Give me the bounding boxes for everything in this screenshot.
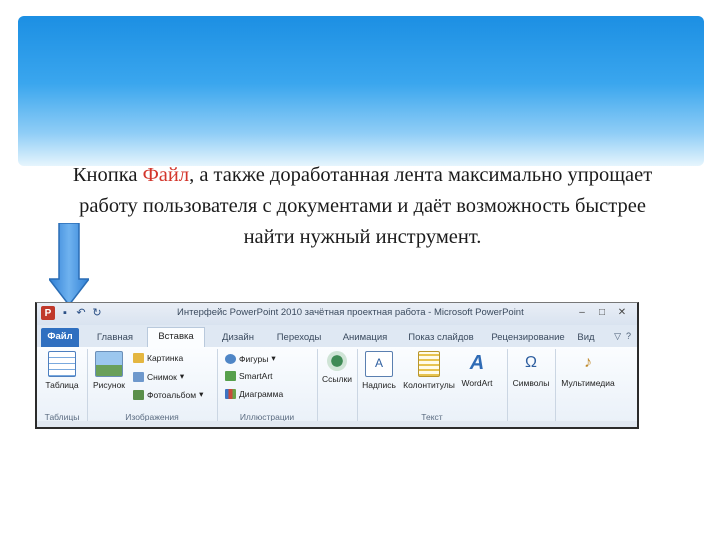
- tab-insert[interactable]: Вставка: [147, 327, 205, 348]
- table-icon: [48, 351, 76, 377]
- tab-animation[interactable]: Анимация: [335, 329, 395, 347]
- redo-icon[interactable]: ↻: [91, 307, 103, 319]
- ribbon-insert: Таблица Таблицы Рисунок Картинка Снимок …: [37, 347, 637, 427]
- shapes-button[interactable]: Фигуры ▾: [225, 353, 276, 364]
- textbox-label: Надпись: [362, 380, 396, 390]
- smartart-icon: [225, 371, 236, 381]
- links-button[interactable]: Ссылки: [319, 351, 355, 384]
- shapes-label: Фигуры: [239, 353, 269, 364]
- tab-home[interactable]: Главная: [89, 329, 141, 347]
- group-illustrations: Фигуры ▾ SmartArt Диаграмма Иллюстрации: [217, 349, 318, 422]
- links-icon: [327, 351, 347, 371]
- group-links: Ссылки: [317, 349, 358, 421]
- quick-access-toolbar: P ▪ ↶ ↻: [41, 306, 103, 320]
- symbols-label: Символы: [512, 378, 550, 388]
- group-tables: Таблица Таблицы: [37, 349, 88, 422]
- screenshot-button[interactable]: Снимок ▾: [133, 371, 184, 382]
- tab-slideshow[interactable]: Показ слайдов: [399, 329, 483, 347]
- wordart-button[interactable]: A WordArt: [459, 351, 495, 388]
- screenshot-icon: [133, 371, 144, 382]
- smartart-button[interactable]: SmartArt: [225, 371, 273, 381]
- textbox-icon: A: [365, 351, 393, 377]
- clipart-label: Картинка: [147, 353, 184, 363]
- media-icon: ♪: [584, 354, 592, 371]
- group-symbols: Ω Символы: [507, 349, 556, 421]
- group-media: ♪ Мультимедиа: [555, 349, 621, 421]
- text-accent-file: Файл: [142, 164, 190, 186]
- ribbon-tabs: Файл Главная Вставка Дизайн Переходы Ани…: [37, 325, 637, 348]
- picture-icon: [95, 351, 123, 377]
- slide-body-text: Кнопка Файл, а также доработанная лента …: [60, 160, 665, 253]
- smartart-label: SmartArt: [239, 371, 273, 381]
- ribbon-collapse-icon[interactable]: ▽: [614, 331, 621, 342]
- media-label: Мультимедиа: [561, 378, 615, 388]
- tab-view[interactable]: Вид: [569, 329, 603, 347]
- chart-icon: [225, 389, 236, 399]
- title-bar: P ▪ ↶ ↻ Интерфейс PowerPoint 2010 зачётн…: [37, 303, 637, 325]
- group-text: A Надпись Колонтитулы A WordArt Текст: [357, 349, 508, 422]
- powerpoint-app-icon[interactable]: P: [41, 306, 55, 320]
- tab-review[interactable]: Рецензирование: [485, 329, 571, 347]
- undo-icon[interactable]: ↶: [75, 307, 87, 319]
- shapes-icon: [225, 353, 236, 364]
- slide-header-band: [18, 16, 704, 166]
- links-label: Ссылки: [322, 374, 352, 384]
- maximize-button[interactable]: □: [593, 305, 611, 320]
- textbox-button[interactable]: A Надпись: [359, 351, 399, 390]
- table-label: Таблица: [45, 380, 79, 390]
- group-images: Рисунок Картинка Снимок ▾ Фотоальбом ▾ И…: [87, 349, 218, 422]
- symbols-button[interactable]: Ω Символы: [509, 351, 553, 388]
- blue-arrow-down-icon: [49, 223, 89, 305]
- table-button[interactable]: Таблица: [41, 351, 83, 390]
- close-button[interactable]: ✕: [613, 305, 631, 320]
- tab-file[interactable]: Файл: [41, 328, 79, 347]
- clipart-button[interactable]: Картинка: [133, 353, 183, 363]
- headerfooter-button[interactable]: Колонтитулы: [403, 351, 455, 390]
- wordart-icon: A: [469, 352, 485, 374]
- slide-pane-strip: [37, 421, 637, 427]
- media-button[interactable]: ♪ Мультимедиа: [559, 351, 617, 388]
- save-icon[interactable]: ▪: [59, 307, 71, 319]
- window-title: Интерфейс PowerPoint 2010 зачётная проек…: [177, 307, 524, 318]
- text-part1: Кнопка: [72, 164, 143, 186]
- clipart-icon: [133, 353, 144, 363]
- photoalbum-icon: [133, 389, 144, 400]
- picture-label: Рисунок: [92, 380, 126, 390]
- symbols-icon: Ω: [525, 354, 537, 371]
- tab-transitions[interactable]: Переходы: [269, 329, 329, 347]
- photoalbum-label: Фотоальбом: [147, 389, 197, 400]
- help-icon[interactable]: ?: [626, 331, 631, 342]
- picture-button[interactable]: Рисунок: [91, 351, 127, 390]
- screenshot-label: Снимок: [147, 371, 177, 382]
- minimize-button[interactable]: –: [573, 305, 591, 320]
- chart-label: Диаграмма: [239, 389, 284, 399]
- chart-button[interactable]: Диаграмма: [225, 389, 283, 399]
- headerfooter-label: Колонтитулы: [403, 380, 455, 390]
- photoalbum-button[interactable]: Фотоальбом ▾: [133, 389, 203, 400]
- tab-design[interactable]: Дизайн: [213, 329, 263, 347]
- powerpoint-screenshot: P ▪ ↶ ↻ Интерфейс PowerPoint 2010 зачётн…: [35, 302, 639, 429]
- headerfooter-icon: [418, 351, 440, 377]
- wordart-label: WordArt: [461, 378, 493, 388]
